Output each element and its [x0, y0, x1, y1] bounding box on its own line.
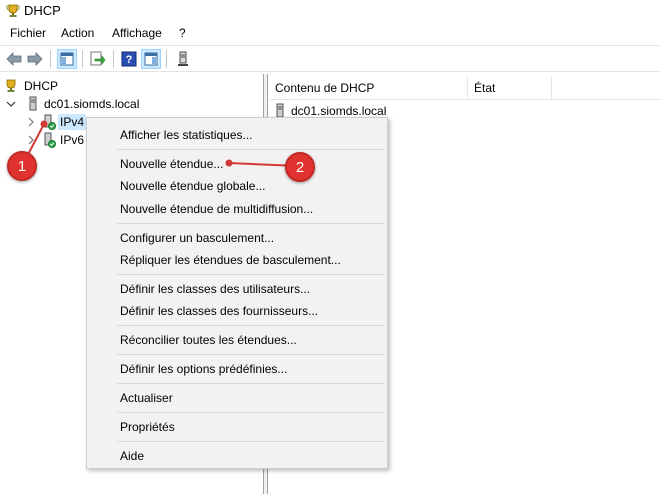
export-list-icon	[90, 51, 106, 66]
column-header-etat[interactable]: État	[474, 81, 495, 95]
menu-item-configurer-basculement[interactable]: Configurer un basculement...	[120, 231, 274, 245]
menu-item-options-predefinies[interactable]: Définir les options prédéfinies...	[120, 362, 287, 376]
chevron-right-icon[interactable]	[26, 117, 36, 127]
context-menu: Afficher les statistiques... Nouvelle ét…	[86, 117, 388, 469]
help-icon: ?	[121, 51, 137, 67]
back-button[interactable]	[4, 49, 24, 69]
menu-item-reconcilier-etendues[interactable]: Réconcilier toutes les étendues...	[120, 333, 297, 347]
tree-item-dhcp[interactable]: DHCP	[4, 77, 60, 95]
menu-help[interactable]: ?	[179, 26, 186, 40]
server-icon	[178, 51, 188, 66]
list-header: Contenu de DHCP État	[269, 76, 660, 100]
menu-item-classes-fournisseurs[interactable]: Définir les classes des fournisseurs...	[120, 304, 318, 318]
menu-item-nouvelle-etendue[interactable]: Nouvelle étendue...	[120, 157, 223, 171]
callout-badge-1: 1	[7, 151, 37, 181]
menu-action[interactable]: Action	[61, 26, 94, 40]
callout-badge-2: 2	[285, 152, 315, 182]
menu-item-actualiser[interactable]: Actualiser	[120, 391, 173, 405]
menu-item-nouvelle-etendue-multidiffusion[interactable]: Nouvelle étendue de multidiffusion...	[120, 202, 313, 216]
dhcp-trophy-icon	[6, 4, 20, 17]
menu-fichier[interactable]: Fichier	[10, 26, 46, 40]
menu-item-afficher-statistiques[interactable]: Afficher les statistiques...	[120, 128, 253, 142]
export-list-button[interactable]	[88, 49, 108, 69]
menu-item-proprietes[interactable]: Propriétés	[120, 420, 175, 434]
ipv6-status-icon	[44, 132, 56, 148]
dhcp-trophy-icon	[6, 79, 16, 92]
column-header-contenu[interactable]: Contenu de DHCP	[275, 81, 374, 95]
svg-text:?: ?	[126, 54, 133, 66]
back-arrow-icon	[6, 52, 22, 66]
menu-item-classes-utilisateurs[interactable]: Définir les classes des utilisateurs...	[120, 282, 310, 296]
tree-item-ipv6[interactable]: IPv6	[26, 131, 86, 149]
toolbar: ?	[0, 45, 660, 72]
forward-button[interactable]	[25, 49, 45, 69]
ipv4-status-icon	[44, 114, 56, 130]
show-hide-action-pane-button[interactable]	[141, 49, 161, 69]
show-hide-console-tree-button[interactable]	[57, 49, 77, 69]
show-hide-console-tree-icon	[60, 52, 74, 66]
menu-item-aide[interactable]: Aide	[120, 449, 144, 463]
window-title: DHCP	[24, 3, 61, 18]
menu-affichage[interactable]: Affichage	[112, 26, 162, 40]
tree-label-server: dc01.siomds.local	[44, 97, 140, 111]
server-icon	[29, 96, 37, 111]
help-button[interactable]: ?	[119, 49, 139, 69]
list-item-name: dc01.siomds.local	[291, 104, 387, 118]
menu-item-nouvelle-etendue-globale[interactable]: Nouvelle étendue globale...	[120, 179, 265, 193]
menu-item-repliquer-etendues[interactable]: Répliquer les étendues de basculement...	[120, 253, 341, 267]
tree-item-ipv4[interactable]: IPv4	[26, 113, 87, 131]
tree-label-ipv4: IPv4	[58, 114, 87, 130]
tree-label-dhcp: DHCP	[24, 79, 59, 93]
show-hide-action-pane-icon	[144, 52, 158, 66]
menu-bar: Fichier Action Affichage ?	[0, 23, 660, 43]
server-button[interactable]	[173, 49, 193, 69]
chevron-down-icon[interactable]	[6, 99, 16, 109]
tree-item-server[interactable]: dc01.siomds.local	[6, 95, 141, 113]
forward-arrow-icon	[27, 52, 43, 66]
tree-label-ipv6: IPv6	[60, 133, 85, 147]
chevron-right-icon[interactable]	[26, 135, 36, 145]
title-bar: DHCP	[0, 0, 660, 22]
